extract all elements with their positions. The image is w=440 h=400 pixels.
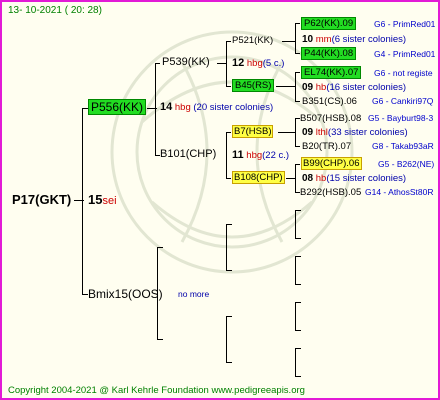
queen-b20-location: G8 - Takab93aR bbox=[372, 141, 434, 151]
queen-b108-colonies: 08 hb(15 sister colonies) bbox=[302, 173, 407, 184]
queen-b101[interactable]: B101(CHP) bbox=[160, 149, 216, 160]
queen-b292[interactable]: B292(HSB).05 bbox=[300, 188, 361, 198]
queen-p539[interactable]: P539(KK) bbox=[162, 57, 210, 68]
queen-b507-location: G5 - Bayburt98-3 bbox=[368, 113, 434, 123]
queen-p521[interactable]: P521(KK) bbox=[232, 36, 273, 46]
queen-b7[interactable]: B7(HSB) bbox=[232, 125, 274, 138]
queen-p556-info: 14 hbg (20 sister colonies) bbox=[160, 101, 274, 113]
queen-p539-info: 12 hbg(5 c.) bbox=[232, 57, 285, 69]
queen-b7-colonies: 09 lthl(33 sister colonies) bbox=[302, 127, 408, 138]
queen-b108[interactable]: B108(CHP) bbox=[232, 171, 285, 184]
queen-b101-info: 11 hbg(22 c.) bbox=[232, 149, 290, 161]
queen-b351-location: G6 - Cankiri97Q bbox=[372, 96, 434, 106]
queen-b351[interactable]: B351(CS).06 bbox=[302, 97, 357, 107]
queen-b45-colonies: 09 hb(16 sister colonies) bbox=[302, 82, 407, 93]
queen-b99-location: G5 - B262(NE) bbox=[378, 159, 435, 169]
queen-b507[interactable]: B507(HSB).08 bbox=[300, 114, 361, 124]
queen-b99[interactable]: B99(CHP).06 bbox=[301, 157, 362, 170]
queen-p44[interactable]: P44(KK).08 bbox=[301, 47, 357, 60]
queen-bmix15[interactable]: Bmix15(OOS) bbox=[88, 288, 163, 300]
queen-p62[interactable]: P62(KK).09 bbox=[301, 17, 357, 30]
queen-b45[interactable]: B45(RS) bbox=[232, 79, 275, 92]
root-info: 15sei bbox=[88, 192, 117, 207]
print-date: 13- 10-2021 ( 20: 28) bbox=[8, 5, 102, 16]
queen-b292-location: G14 - AthosSt80R bbox=[365, 187, 434, 197]
queen-p44-location: G4 - PrimRed01 bbox=[374, 49, 436, 59]
root-queen[interactable]: P17(GKT) bbox=[12, 193, 71, 206]
queen-p62-location: G6 - PrimRed01 bbox=[374, 19, 436, 29]
queen-el74-location: G6 - not registe bbox=[374, 68, 433, 78]
queen-p556[interactable]: P556(KK) bbox=[88, 99, 147, 115]
queen-p521-colonies: 10 mm(6 sister colonies) bbox=[302, 34, 407, 45]
queen-bmix15-note: no more bbox=[178, 289, 210, 299]
queen-el74[interactable]: EL74(KK).07 bbox=[301, 66, 362, 79]
queen-b20[interactable]: B20(TR).07 bbox=[302, 142, 351, 152]
pedigree-frame: 13- 10-2021 ( 20: 28) P17(GKT) 15sei P55… bbox=[0, 0, 440, 400]
copyright-footer: Copyright 2004-2021 @ Karl Kehrle Founda… bbox=[8, 385, 305, 396]
